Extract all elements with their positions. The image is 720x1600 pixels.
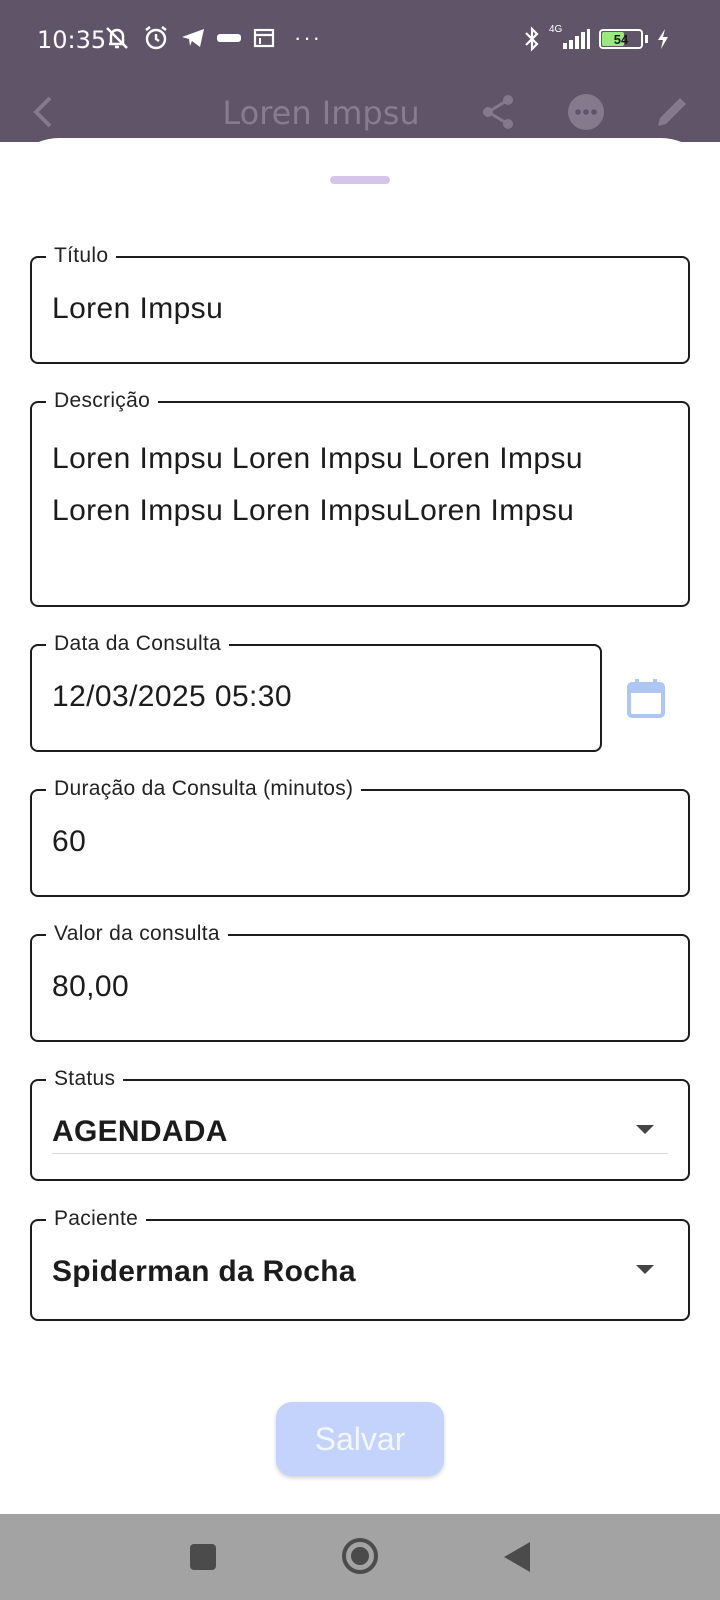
status-dropdown[interactable]: Status AGENDADA: [30, 1067, 690, 1181]
patient-dropdown-value: Spiderman da Rocha: [52, 1255, 356, 1288]
telegram-icon: [182, 29, 204, 47]
calendar-notification-icon: [253, 28, 275, 48]
more-options-icon[interactable]: [566, 92, 606, 132]
share-icon[interactable]: [478, 92, 518, 132]
edit-icon[interactable]: [652, 92, 692, 132]
recent-apps-icon[interactable]: [190, 1544, 216, 1570]
patient-dropdown[interactable]: Paciente Spiderman da Rocha: [30, 1207, 690, 1321]
status-bar: 10:35 ··· 4G 54: [0, 0, 720, 82]
duration-field-label: Duração da Consulta (minutos): [46, 777, 362, 801]
network-type: 4G: [549, 24, 563, 35]
ifood-icon: [217, 34, 241, 42]
battery-indicator: 54: [599, 29, 643, 49]
charging-icon: [658, 29, 668, 49]
status-time: 10:35: [37, 26, 107, 54]
calendar-icon[interactable]: [626, 678, 666, 720]
price-field-value: 80,00: [52, 970, 130, 1003]
notification-icons: ···: [102, 24, 322, 52]
dropdown-underline: [52, 1153, 668, 1154]
app-bar-title: Loren Impsu: [222, 94, 420, 132]
alarm-icon: [145, 26, 167, 50]
status-dropdown-label: Status: [46, 1067, 124, 1091]
title-field-value: Loren Impsu: [52, 292, 224, 325]
duration-field-value: 60: [52, 825, 87, 858]
app-bar: Loren Impsu: [0, 82, 720, 142]
patient-dropdown-label: Paciente: [46, 1207, 147, 1231]
battery-cap: [645, 35, 648, 43]
back-triangle-icon[interactable]: [502, 1540, 532, 1574]
description-line: Loren Impsu Loren Impsu Loren Impsu: [52, 442, 583, 475]
bluetooth-icon: [525, 26, 539, 52]
title-field[interactable]: Título Loren Impsu: [30, 244, 690, 364]
description-field[interactable]: Descrição Loren Impsu Loren Impsu Loren …: [30, 389, 690, 607]
battery-level: 54: [613, 31, 629, 47]
home-icon[interactable]: [340, 1536, 380, 1576]
duration-field[interactable]: Duração da Consulta (minutos) 60: [30, 777, 690, 897]
date-field[interactable]: Data da Consulta 12/03/2025 05:30: [30, 632, 602, 752]
date-field-label: Data da Consulta: [46, 632, 230, 656]
muted-notification-icon: [106, 27, 128, 49]
price-field[interactable]: Valor da consulta 80,00: [30, 922, 690, 1042]
drag-handle[interactable]: [330, 176, 390, 184]
description-field-label: Descrição: [46, 389, 159, 413]
more-notifications-indicator: ···: [294, 25, 322, 50]
description-line: Loren Impsu Loren ImpsuLoren Impsu: [52, 494, 575, 527]
system-navigation-bar: [0, 1514, 720, 1600]
title-field-label: Título: [46, 244, 117, 268]
system-indicators: 4G 54: [523, 25, 670, 53]
price-field-label: Valor da consulta: [46, 922, 228, 946]
status-dropdown-value: AGENDADA: [52, 1115, 228, 1148]
chevron-down-icon: [636, 1125, 654, 1134]
chevron-down-icon: [636, 1265, 654, 1274]
description-field-value: Loren Impsu Loren Impsu Loren Impsu Lore…: [52, 433, 668, 537]
cellular-signal: 4G: [549, 24, 591, 51]
date-field-value: 12/03/2025 05:30: [52, 680, 292, 713]
save-button[interactable]: Salvar: [276, 1402, 444, 1476]
